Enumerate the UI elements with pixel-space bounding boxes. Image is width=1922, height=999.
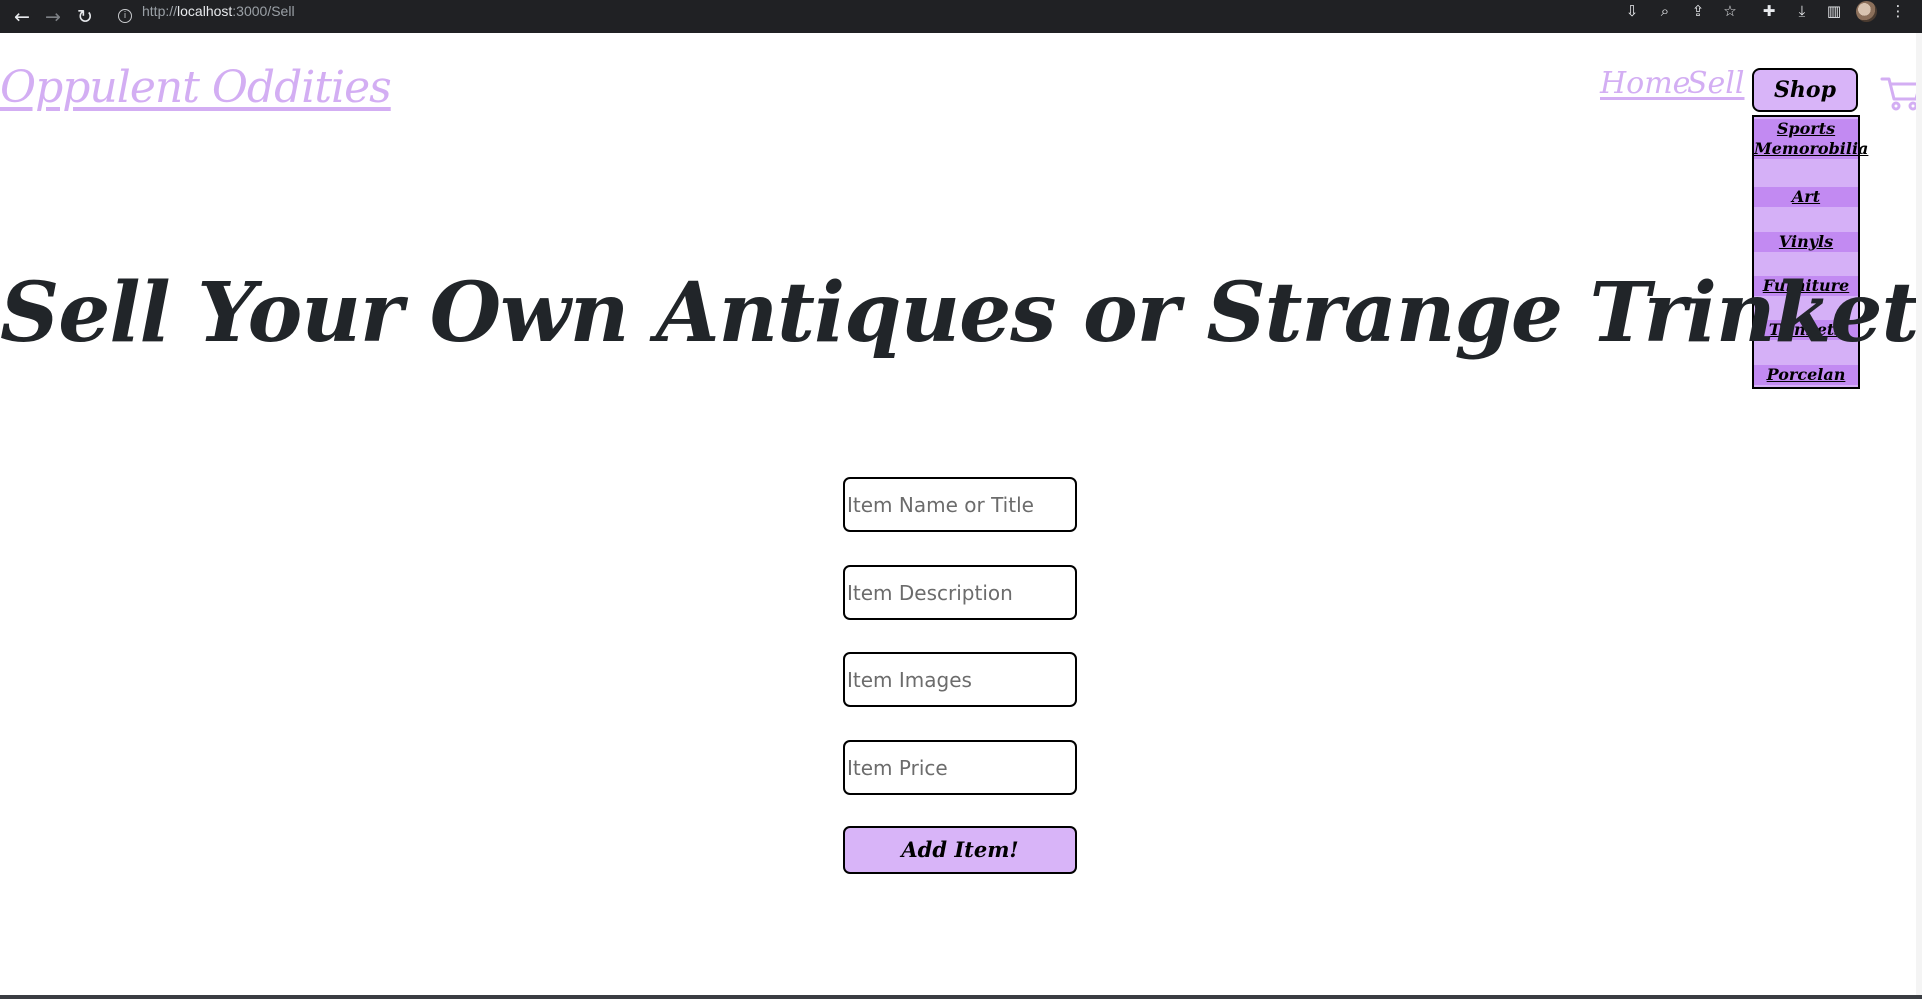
add-item-button[interactable]: Add Item! <box>843 826 1077 874</box>
bookmark-star-icon[interactable]: ☆ <box>1718 0 1742 22</box>
address-bar[interactable]: http://localhost:3000/Sell <box>142 0 295 22</box>
shop-dropdown-button[interactable]: Shop <box>1752 68 1858 112</box>
back-arrow-icon[interactable]: ← <box>10 0 34 33</box>
reload-icon[interactable]: ↻ <box>73 0 97 33</box>
page-scrollbar[interactable] <box>1916 33 1922 999</box>
url-prefix: http:// <box>142 3 178 19</box>
zoom-icon[interactable]: ⌕ <box>1653 0 1677 22</box>
url-host: localhost <box>177 3 233 19</box>
nav-sell-link[interactable]: Sell <box>1687 66 1745 101</box>
nav-home-link[interactable]: Home <box>1600 66 1690 101</box>
item-name-input[interactable] <box>843 477 1077 532</box>
page-title: Sell Your Own Antiques or Strange Trinke… <box>0 265 1922 361</box>
kebab-menu-icon[interactable]: ⋮ <box>1886 0 1910 22</box>
profile-avatar[interactable] <box>1856 1 1877 22</box>
shop-menu-item-porcelan[interactable]: Porcelan <box>1754 365 1858 385</box>
site-logo-link[interactable]: Oppulent Oddities <box>0 62 392 113</box>
extensions-puzzle-icon[interactable]: ✚ <box>1757 0 1781 22</box>
window-bottom-edge <box>0 995 1922 999</box>
shop-menu-item-vinyls[interactable]: Vinyls <box>1754 232 1858 252</box>
item-price-input[interactable] <box>843 740 1077 795</box>
install-icon[interactable]: ⇩ <box>1620 0 1644 22</box>
shop-menu-item-art[interactable]: Art <box>1754 187 1858 207</box>
url-rest: :3000/Sell <box>232 3 295 19</box>
item-description-input[interactable] <box>843 565 1077 620</box>
share-icon[interactable]: ⇪ <box>1686 0 1710 22</box>
side-panel-icon[interactable]: ▥ <box>1822 0 1846 22</box>
shop-menu-item-sports-memorobilia[interactable]: Sports Memorobilia <box>1754 119 1868 159</box>
info-icon[interactable]: i <box>118 9 132 23</box>
item-images-input[interactable] <box>843 652 1077 707</box>
download-icon[interactable]: ⤓ <box>1790 0 1814 22</box>
browser-toolbar: ← → ↻ i http://localhost:3000/Sell ⇩ ⌕ ⇪… <box>0 0 1922 33</box>
forward-arrow-icon[interactable]: → <box>41 0 65 33</box>
